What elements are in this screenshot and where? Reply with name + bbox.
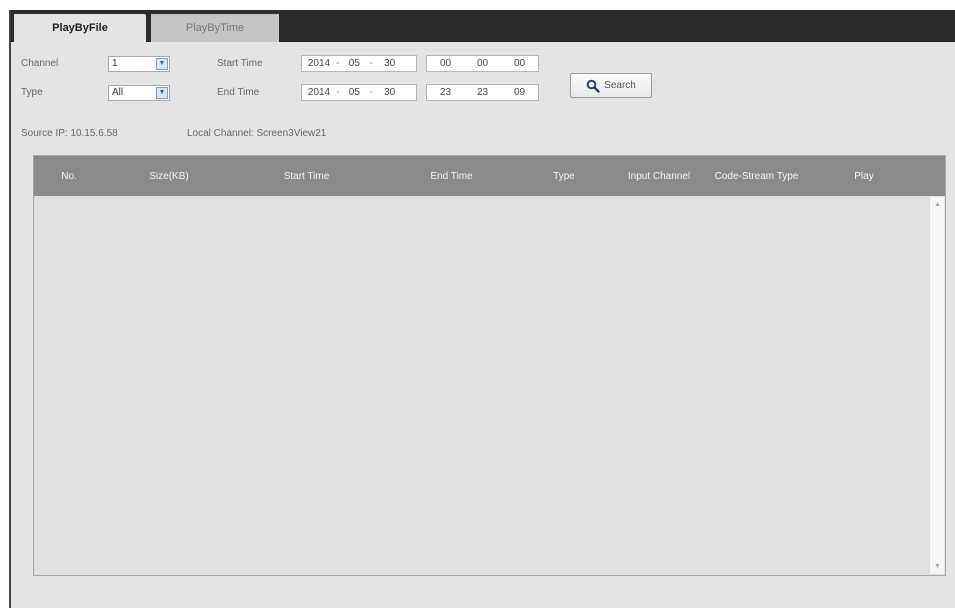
start-time-input[interactable]: 00 00 00 (426, 55, 539, 72)
end-minute[interactable]: 23 (464, 87, 501, 98)
column-header-size: Size(KB) (149, 170, 189, 182)
end-month[interactable]: 05 (339, 87, 369, 98)
column-header-type: Type (553, 170, 575, 182)
end-hour[interactable]: 23 (427, 87, 464, 98)
end-second[interactable]: 09 (501, 87, 538, 98)
channel-value: 1 (112, 58, 118, 69)
start-month[interactable]: 05 (339, 58, 369, 69)
chevron-down-icon[interactable]: ▼ (156, 58, 168, 70)
type-value: All (112, 87, 124, 98)
channel-select[interactable]: 1 ▼ (108, 56, 170, 72)
table-scrollbar[interactable]: ▲ ▼ (929, 197, 944, 574)
column-header-code-stream-type: Code-Stream Type (714, 170, 799, 182)
type-select[interactable]: All ▼ (108, 85, 170, 101)
channel-label: Channel (21, 58, 59, 69)
end-day[interactable]: 30 (373, 87, 407, 98)
start-hour[interactable]: 00 (427, 58, 464, 69)
end-time-label: End Time (217, 87, 260, 98)
column-header-input-channel: Input Channel (627, 170, 691, 182)
start-time-label: Start Time (217, 58, 263, 69)
start-year[interactable]: 2014 (302, 58, 336, 69)
search-button-label: Search (604, 80, 636, 91)
source-ip-text: Source IP: 10.15.6.58 (21, 128, 118, 139)
playback-panel: PlayByFile PlayByTime Channel 1 ▼ Type A… (9, 10, 955, 608)
column-header-start-time: Start Time (283, 170, 330, 182)
column-header-play: Play (854, 170, 874, 182)
end-date-input[interactable]: 2014 - 05 - 30 (301, 84, 417, 101)
end-year[interactable]: 2014 (302, 87, 336, 98)
start-second[interactable]: 00 (501, 58, 538, 69)
start-day[interactable]: 30 (373, 58, 407, 69)
end-time-input[interactable]: 23 23 09 (426, 84, 539, 101)
tab-playbytime[interactable]: PlayByTime (151, 14, 279, 42)
type-label: Type (21, 87, 43, 98)
scroll-down-icon[interactable]: ▼ (932, 561, 943, 572)
table-header: No. Size(KB) Start Time End Time Type In… (34, 156, 945, 196)
scroll-up-icon[interactable]: ▲ (932, 199, 943, 210)
results-table: No. Size(KB) Start Time End Time Type In… (33, 155, 946, 576)
column-header-end-time: End Time (430, 170, 473, 182)
magnifier-icon (586, 79, 600, 93)
tab-bar: PlayByFile PlayByTime (11, 10, 955, 42)
local-channel-text: Local Channel: Screen3View21 (187, 128, 327, 139)
start-date-input[interactable]: 2014 - 05 - 30 (301, 55, 417, 72)
column-header-no: No. (61, 170, 77, 182)
tab-playbyfile[interactable]: PlayByFile (14, 14, 146, 42)
chevron-down-icon[interactable]: ▼ (156, 87, 168, 99)
start-minute[interactable]: 00 (464, 58, 501, 69)
search-button[interactable]: Search (570, 73, 652, 98)
